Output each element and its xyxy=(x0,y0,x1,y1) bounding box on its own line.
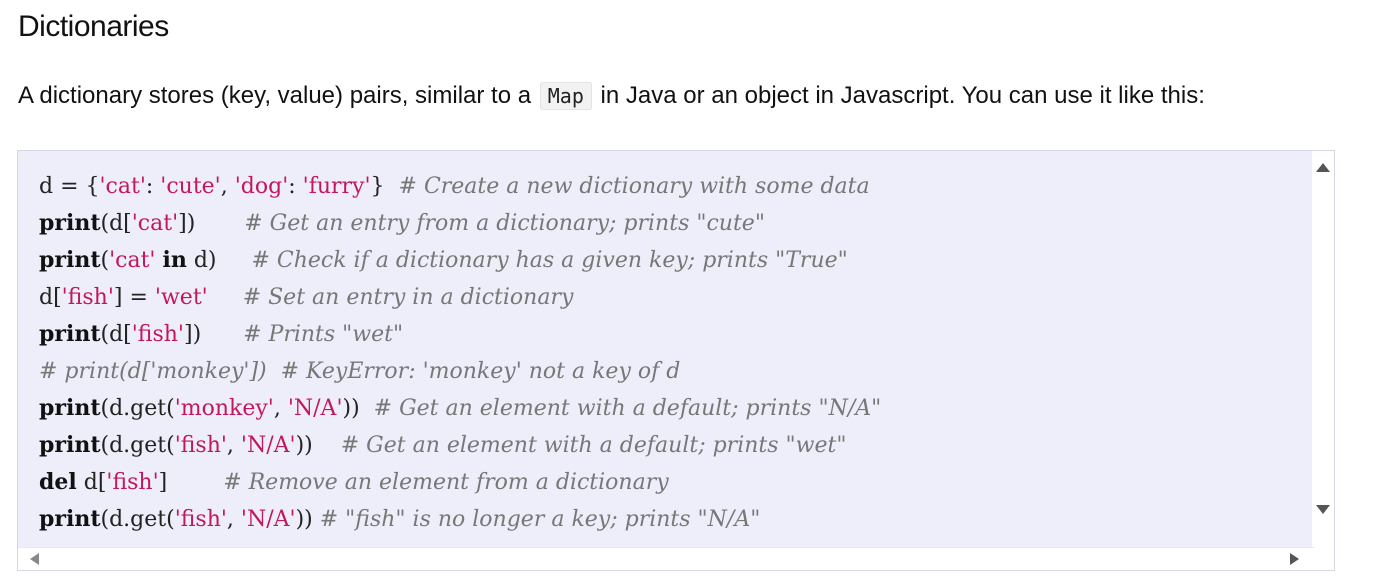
code-text: (d[ xyxy=(100,322,132,347)
code-text: (d.get( xyxy=(100,507,175,532)
code-text: } xyxy=(370,174,399,199)
code-string: 'fish' xyxy=(106,470,159,495)
code-string: 'N/A' xyxy=(240,433,296,458)
code-text: : xyxy=(288,174,303,199)
code-text: (d[ xyxy=(100,211,132,236)
code-comment: # Set an entry in a dictionary xyxy=(242,285,574,310)
code-string: 'cute' xyxy=(160,174,221,199)
code-string: 'furry' xyxy=(302,174,371,199)
code-text: , xyxy=(226,433,241,458)
code-line: del d['fish'] # Remove an element from a… xyxy=(39,464,881,501)
code-comment: # Check if a dictionary has a given key;… xyxy=(251,248,848,273)
code-string: 'cat' xyxy=(99,174,146,199)
code-text: d[ xyxy=(76,470,107,495)
code-comment: # Get an element with a default; prints … xyxy=(373,396,882,421)
code-line: print('cat' in d) # Check if a dictionar… xyxy=(39,242,881,279)
page-title: Dictionaries xyxy=(18,10,169,43)
code-string: 'N/A' xyxy=(240,507,296,532)
code-line: print(d['fish']) # Prints "wet" xyxy=(39,316,881,353)
code-keyword: print xyxy=(39,395,101,421)
code-text: d = { xyxy=(39,174,100,199)
code-comment: # Create a new dictionary with some data xyxy=(398,174,870,199)
code-text: : xyxy=(145,174,161,199)
code-line: print(d.get('fish', 'N/A')) # Get an ele… xyxy=(39,427,881,464)
scroll-down-arrow-icon[interactable] xyxy=(1316,505,1330,514)
code-text: , xyxy=(226,507,241,532)
code-string: 'fish' xyxy=(174,507,227,532)
intro-text-before: A dictionary stores (key, value) pairs, … xyxy=(18,82,538,109)
code-lines: d = {'cat': 'cute', 'dog': 'furry'} # Cr… xyxy=(39,168,881,538)
scrollbar-corner xyxy=(1312,548,1334,570)
code-comment: # print(d['monkey']) # KeyError: 'monkey… xyxy=(39,359,681,384)
code-text: (d.get( xyxy=(100,396,175,421)
code-text: ] xyxy=(158,470,224,495)
code-keyword: del xyxy=(39,469,77,495)
code-string: 'monkey' xyxy=(174,396,274,421)
code-text: ] = xyxy=(113,285,155,310)
code-string: 'dog' xyxy=(234,174,289,199)
code-keyword: print xyxy=(39,432,101,458)
code-block[interactable]: d = {'cat': 'cute', 'dog': 'furry'} # Cr… xyxy=(17,150,1335,571)
code-keyword: print xyxy=(39,506,101,532)
code-comment: # Get an entry from a dictionary; prints… xyxy=(244,211,765,236)
code-string: 'N/A' xyxy=(287,396,343,421)
code-text: )) xyxy=(342,396,374,421)
scroll-up-arrow-icon[interactable] xyxy=(1316,163,1330,172)
code-text: , xyxy=(220,174,235,199)
code-text: ]) xyxy=(178,211,245,236)
code-comment: # "fish" is no longer a key; prints "N/A… xyxy=(319,507,761,532)
code-text: )) xyxy=(295,433,341,458)
code-line: # print(d['monkey']) # KeyError: 'monkey… xyxy=(39,353,881,390)
code-string: 'cat' xyxy=(131,211,179,236)
code-text: (d.get( xyxy=(100,433,175,458)
code-comment: # Prints "wet" xyxy=(243,322,404,347)
code-line: d['fish'] = 'wet' # Set an entry in a di… xyxy=(39,279,881,316)
code-line: print(d.get('fish', 'N/A')) # "fish" is … xyxy=(39,501,881,538)
code-string: 'fish' xyxy=(131,322,184,347)
code-comment: # Remove an element from a dictionary xyxy=(223,470,669,495)
code-string: 'wet' xyxy=(154,285,208,310)
inline-code-map: Map xyxy=(539,82,592,110)
horizontal-scrollbar[interactable] xyxy=(18,547,1314,570)
code-comment: # Get an element with a default; prints … xyxy=(340,433,847,458)
intro-paragraph: A dictionary stores (key, value) pairs, … xyxy=(18,82,1205,110)
code-keyword: print xyxy=(39,321,101,347)
code-text: d) xyxy=(186,248,252,273)
code-string: 'cat' xyxy=(109,248,156,273)
code-text: , xyxy=(273,396,288,421)
code-text: ]) xyxy=(183,322,244,347)
code-keyword: print xyxy=(39,247,101,273)
code-text: )) xyxy=(295,507,320,532)
code-string: 'fish' xyxy=(174,433,227,458)
vertical-scrollbar[interactable] xyxy=(1312,151,1334,548)
code-line: print(d.get('monkey', 'N/A')) # Get an e… xyxy=(39,390,881,427)
code-keyword: print xyxy=(39,210,101,236)
code-text: ( xyxy=(100,248,110,273)
intro-text-after: in Java or an object in Javascript. You … xyxy=(593,82,1205,109)
code-line: d = {'cat': 'cute', 'dog': 'furry'} # Cr… xyxy=(39,168,881,205)
code-text: d[ xyxy=(39,285,62,310)
code-line: print(d['cat']) # Get an entry from a di… xyxy=(39,205,881,242)
scroll-right-arrow-icon[interactable] xyxy=(1290,553,1299,565)
code-keyword: in xyxy=(162,247,187,273)
code-string: 'fish' xyxy=(61,285,114,310)
scroll-left-arrow-icon[interactable] xyxy=(30,553,39,565)
